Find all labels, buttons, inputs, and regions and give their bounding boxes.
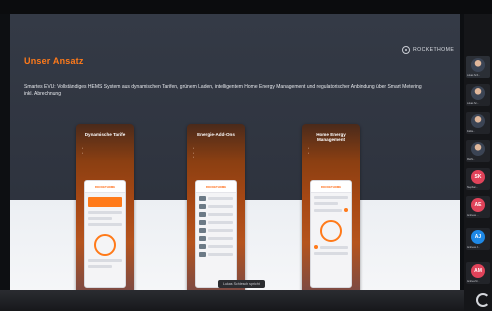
app-list-row bbox=[199, 212, 233, 217]
app-line bbox=[88, 259, 122, 262]
app-header: ROCKETHOME bbox=[311, 181, 351, 193]
participant-name: Lukas Sch... bbox=[467, 74, 481, 77]
app-line bbox=[208, 229, 233, 232]
app-list-row bbox=[314, 208, 348, 212]
thumbnail bbox=[199, 236, 206, 241]
avatar: AE bbox=[471, 198, 485, 212]
thumbnail bbox=[199, 220, 206, 225]
app-list-row bbox=[199, 196, 233, 201]
feature-card-dynamische-tarife: Dynamische Tarife ROCKETHOME bbox=[76, 124, 134, 290]
card-bullets bbox=[308, 146, 356, 155]
card-bullets bbox=[193, 146, 241, 160]
app-line bbox=[208, 245, 233, 248]
thumbnail bbox=[199, 228, 206, 233]
app-line bbox=[208, 237, 233, 240]
app-header: ROCKETHOME bbox=[85, 181, 125, 193]
participants-sidebar: Lukas Sch... Lukas Sc... Fabia... Mathi.… bbox=[464, 14, 492, 311]
app-line bbox=[208, 205, 233, 208]
participant-name: Andreas J... bbox=[467, 246, 480, 249]
app-screenshot: ROCKETHOME bbox=[310, 180, 352, 288]
app-header: ROCKETHOME bbox=[196, 181, 236, 193]
thumbnail bbox=[199, 212, 206, 217]
app-line bbox=[208, 197, 233, 200]
feature-card-home-energy-management: Home Energy Management ROCKETHOME bbox=[302, 124, 360, 290]
app-line bbox=[208, 213, 233, 216]
participant-name: Andreas ... bbox=[467, 214, 479, 217]
app-line bbox=[320, 245, 348, 249]
participant-name: Andrea M... bbox=[467, 280, 480, 283]
slide-intro-text: Smartes EVU: Vollständiges HEMS System a… bbox=[24, 84, 422, 97]
logo-text: ROCKETHOME bbox=[413, 47, 455, 53]
participant-tile[interactable]: AJ Andreas J... bbox=[466, 228, 490, 250]
app-gauge bbox=[94, 234, 116, 256]
thumbnail bbox=[199, 252, 206, 257]
app-line bbox=[208, 221, 233, 224]
app-line bbox=[88, 265, 112, 268]
app-line bbox=[88, 223, 122, 226]
participant-tile[interactable]: Lukas Sch... bbox=[466, 56, 490, 78]
active-speaker-caption: Lukas Schlesch spricht bbox=[218, 280, 265, 288]
app-list-row bbox=[199, 236, 233, 241]
participant-name: Stephan... bbox=[467, 186, 478, 189]
participant-tile[interactable]: Fabia... bbox=[466, 112, 490, 134]
feature-card-energie-add-ons: Energie-Add-Ons ROCKETHOME bbox=[187, 124, 245, 290]
app-screenshot: ROCKETHOME bbox=[84, 180, 126, 288]
avatar: AM bbox=[471, 264, 485, 278]
rockethome-logo: ROCKETHOME bbox=[402, 46, 454, 54]
app-line bbox=[208, 253, 233, 256]
participant-name: Lukas Sc... bbox=[467, 102, 479, 105]
avatar bbox=[471, 114, 485, 128]
status-dot-icon bbox=[314, 245, 318, 249]
app-line bbox=[314, 202, 338, 205]
app-line bbox=[314, 208, 342, 212]
app-line bbox=[314, 252, 348, 255]
rockethome-logo-icon bbox=[402, 46, 410, 54]
presentation-slide: Unser Ansatz ROCKETHOME Smartes EVU: Vol… bbox=[10, 14, 460, 290]
app-line bbox=[314, 196, 348, 199]
card-title: Dynamische Tarife bbox=[84, 132, 126, 137]
top-bar bbox=[0, 0, 492, 14]
thumbnail bbox=[199, 204, 206, 209]
app-list-row bbox=[199, 228, 233, 233]
app-screenshot: ROCKETHOME bbox=[195, 180, 237, 288]
card-bullet bbox=[193, 155, 241, 160]
avatar: AJ bbox=[471, 230, 485, 244]
avatar bbox=[471, 142, 485, 156]
avatar: SK bbox=[471, 170, 485, 184]
meeting-controls-bar bbox=[0, 290, 464, 311]
participant-name: Mathi... bbox=[467, 158, 475, 161]
avatar bbox=[471, 86, 485, 100]
status-dot-icon bbox=[344, 208, 348, 212]
app-list-row bbox=[199, 204, 233, 209]
participant-tile[interactable]: SK Stephan... bbox=[466, 168, 490, 190]
participant-tile[interactable]: AM Andrea M... bbox=[466, 262, 490, 284]
card-bullets bbox=[82, 146, 130, 155]
app-energy-flow-diagram bbox=[320, 220, 342, 242]
participant-tile[interactable]: AE Andreas ... bbox=[466, 196, 490, 218]
card-bullet bbox=[308, 151, 356, 156]
app-line bbox=[88, 217, 112, 220]
slide-title: Unser Ansatz bbox=[24, 56, 84, 66]
thumbnail bbox=[199, 244, 206, 249]
app-line bbox=[88, 211, 122, 214]
card-title: Energie-Add-Ons bbox=[197, 132, 235, 137]
avatar bbox=[471, 58, 485, 72]
app-banner bbox=[88, 197, 122, 207]
card-bullet bbox=[82, 151, 130, 156]
app-list-row bbox=[199, 252, 233, 257]
sync-icon[interactable] bbox=[476, 293, 490, 307]
thumbnail bbox=[199, 196, 206, 201]
card-title: Home Energy Management bbox=[316, 132, 346, 142]
app-list-row bbox=[199, 220, 233, 225]
app-list-row bbox=[199, 244, 233, 249]
participant-name: Fabia... bbox=[467, 130, 475, 133]
participant-tile[interactable]: Mathi... bbox=[466, 140, 490, 162]
participant-tile[interactable]: Lukas Sc... bbox=[466, 84, 490, 106]
app-list-row bbox=[314, 245, 348, 249]
